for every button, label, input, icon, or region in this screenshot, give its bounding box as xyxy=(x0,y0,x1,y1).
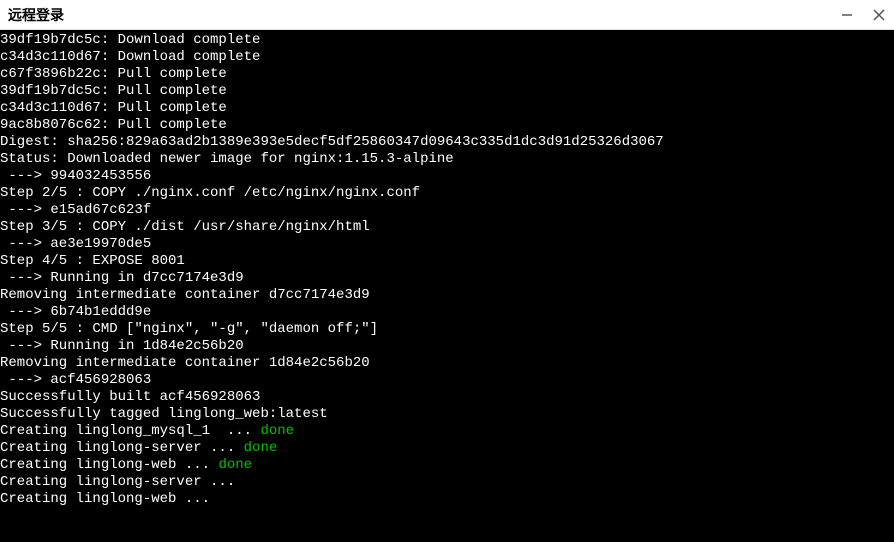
terminal-text: Successfully tagged linglong_web:latest xyxy=(0,406,328,422)
terminal-line: 9ac8b8076c62: Pull complete xyxy=(0,117,894,134)
terminal-line: Step 3/5 : COPY ./dist /usr/share/nginx/… xyxy=(0,219,894,236)
terminal-text: Step 5/5 : CMD ["nginx", "-g", "daemon o… xyxy=(0,321,378,337)
minimize-button[interactable] xyxy=(840,8,854,22)
terminal-text: done xyxy=(244,440,278,456)
terminal-line: Creating linglong-web ... xyxy=(0,491,894,508)
terminal-line: Creating linglong_mysql_1 ... done xyxy=(0,423,894,440)
window-title: 远程登录 xyxy=(8,5,64,25)
terminal-line: Removing intermediate container d7cc7174… xyxy=(0,287,894,304)
terminal-line: Creating linglong-server ... done xyxy=(0,440,894,457)
terminal-text: Removing intermediate container 1d84e2c5… xyxy=(0,355,370,371)
window-controls xyxy=(840,8,886,22)
terminal-text: Step 2/5 : COPY ./nginx.conf /etc/nginx/… xyxy=(0,185,420,201)
terminal-line: ---> 994032453556 xyxy=(0,168,894,185)
terminal-line: Digest: sha256:829a63ad2b1389e393e5decf5… xyxy=(0,134,894,151)
terminal-text: ---> e15ad67c623f xyxy=(0,202,151,218)
terminal-line: ---> acf456928063 xyxy=(0,372,894,389)
terminal-text: Successfully built acf456928063 xyxy=(0,389,260,405)
terminal-output[interactable]: 39df19b7dc5c: Download completec34d3c110… xyxy=(0,30,894,542)
terminal-text: done xyxy=(218,457,252,473)
terminal-text: c34d3c110d67: Pull complete xyxy=(0,100,227,116)
titlebar: 远程登录 xyxy=(0,0,894,30)
terminal-text: Creating linglong-web ... xyxy=(0,491,210,507)
terminal-text: 39df19b7dc5c: Download complete xyxy=(0,32,260,48)
terminal-text: Creating linglong-server ... xyxy=(0,440,244,456)
terminal-line: c34d3c110d67: Download complete xyxy=(0,49,894,66)
terminal-line: c67f3896b22c: Pull complete xyxy=(0,66,894,83)
terminal-text: ---> acf456928063 xyxy=(0,372,151,388)
terminal-text: 39df19b7dc5c: Pull complete xyxy=(0,83,227,99)
terminal-line: ---> 6b74b1eddd9e xyxy=(0,304,894,321)
terminal-text: ---> ae3e19970de5 xyxy=(0,236,151,252)
terminal-line: ---> Running in 1d84e2c56b20 xyxy=(0,338,894,355)
terminal-line: ---> Running in d7cc7174e3d9 xyxy=(0,270,894,287)
terminal-text: Step 4/5 : EXPOSE 8001 xyxy=(0,253,185,269)
terminal-line: ---> ae3e19970de5 xyxy=(0,236,894,253)
terminal-line: Step 5/5 : CMD ["nginx", "-g", "daemon o… xyxy=(0,321,894,338)
terminal-line: Removing intermediate container 1d84e2c5… xyxy=(0,355,894,372)
terminal-line: c34d3c110d67: Pull complete xyxy=(0,100,894,117)
terminal-line: Successfully tagged linglong_web:latest xyxy=(0,406,894,423)
terminal-text: Creating linglong-web ... xyxy=(0,457,218,473)
terminal-text: Creating linglong-server ... xyxy=(0,474,235,490)
terminal-text: Removing intermediate container d7cc7174… xyxy=(0,287,370,303)
terminal-text: Digest: sha256:829a63ad2b1389e393e5decf5… xyxy=(0,134,664,150)
terminal-text: Status: Downloaded newer image for nginx… xyxy=(0,151,454,167)
close-icon xyxy=(873,9,885,21)
terminal-line: Step 2/5 : COPY ./nginx.conf /etc/nginx/… xyxy=(0,185,894,202)
close-button[interactable] xyxy=(872,8,886,22)
terminal-line: Successfully built acf456928063 xyxy=(0,389,894,406)
terminal-text: c67f3896b22c: Pull complete xyxy=(0,66,227,82)
terminal-line: 39df19b7dc5c: Download complete xyxy=(0,32,894,49)
terminal-line: Status: Downloaded newer image for nginx… xyxy=(0,151,894,168)
terminal-text: Creating linglong_mysql_1 ... xyxy=(0,423,260,439)
terminal-text: done xyxy=(260,423,294,439)
terminal-text: ---> Running in d7cc7174e3d9 xyxy=(0,270,244,286)
terminal-line: ---> e15ad67c623f xyxy=(0,202,894,219)
terminal-text: Step 3/5 : COPY ./dist /usr/share/nginx/… xyxy=(0,219,370,235)
terminal-text: 9ac8b8076c62: Pull complete xyxy=(0,117,227,133)
terminal-line: Creating linglong-web ... done xyxy=(0,457,894,474)
terminal-text: ---> Running in 1d84e2c56b20 xyxy=(0,338,244,354)
minimize-icon xyxy=(841,9,853,21)
terminal-text: ---> 6b74b1eddd9e xyxy=(0,304,151,320)
terminal-text: ---> 994032453556 xyxy=(0,168,151,184)
terminal-line: Step 4/5 : EXPOSE 8001 xyxy=(0,253,894,270)
terminal-line: 39df19b7dc5c: Pull complete xyxy=(0,83,894,100)
terminal-line: Creating linglong-server ... xyxy=(0,474,894,491)
terminal-text: c34d3c110d67: Download complete xyxy=(0,49,260,65)
